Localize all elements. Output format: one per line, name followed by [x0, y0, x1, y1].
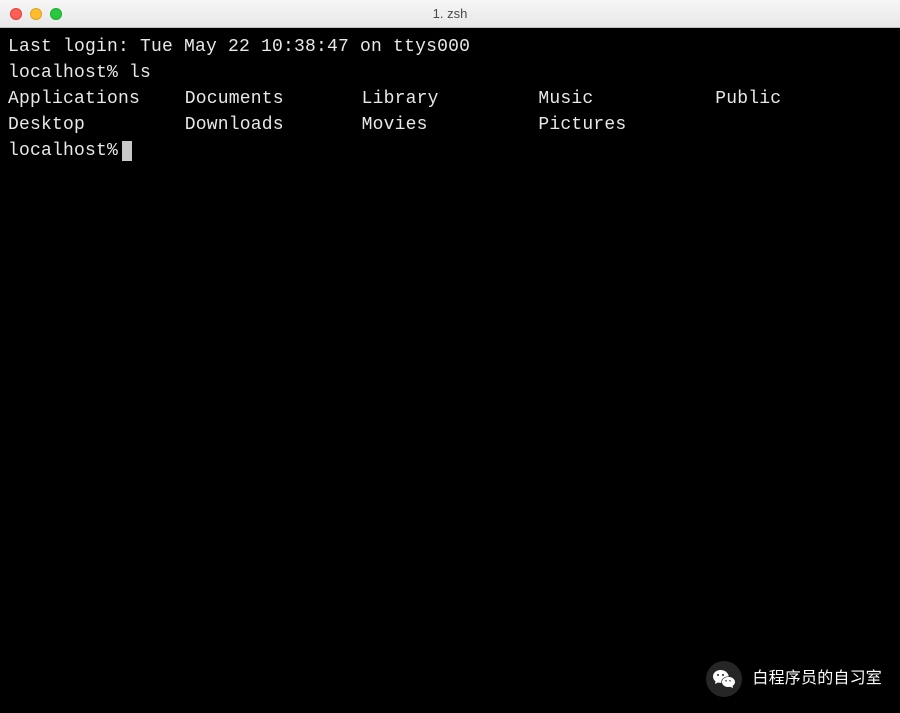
- command-text: ls: [129, 60, 151, 86]
- list-item: Downloads: [185, 112, 362, 138]
- watermark-text: 白程序员的自习室: [752, 667, 882, 690]
- last-login-line: Last login: Tue May 22 10:38:47 on ttys0…: [8, 34, 892, 60]
- list-item: Applications: [8, 86, 185, 112]
- list-item: Desktop: [8, 112, 185, 138]
- close-button[interactable]: [10, 8, 22, 20]
- wechat-icon: [706, 661, 742, 697]
- list-item: [715, 112, 892, 138]
- prompt: localhost%: [8, 60, 118, 86]
- list-item: Documents: [185, 86, 362, 112]
- traffic-lights: [0, 8, 62, 20]
- maximize-button[interactable]: [50, 8, 62, 20]
- window-title: 1. zsh: [0, 6, 900, 21]
- prompt: localhost%: [8, 138, 118, 164]
- list-item: Movies: [362, 112, 539, 138]
- list-item: Public: [715, 86, 892, 112]
- ls-output: Applications Documents Library Music Pub…: [8, 86, 892, 138]
- list-item: Library: [362, 86, 539, 112]
- list-item: Music: [538, 86, 715, 112]
- command-line: localhost% ls: [8, 60, 892, 86]
- watermark: 白程序员的自习室: [706, 661, 882, 697]
- minimize-button[interactable]: [30, 8, 42, 20]
- cursor: [122, 141, 132, 161]
- current-prompt-line[interactable]: localhost%: [8, 138, 892, 164]
- list-item: Pictures: [538, 112, 715, 138]
- window-titlebar: 1. zsh: [0, 0, 900, 28]
- terminal-area[interactable]: Last login: Tue May 22 10:38:47 on ttys0…: [0, 28, 900, 713]
